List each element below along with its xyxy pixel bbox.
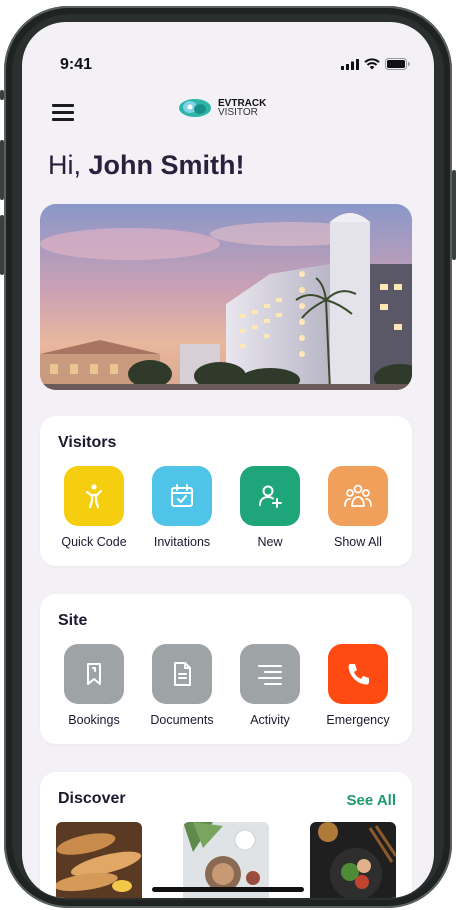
volume-up-button [0, 140, 4, 200]
documents-label: Documents [150, 713, 214, 727]
side-button [0, 90, 4, 100]
site-card: Site Bookings Documents Activity Emergen… [40, 594, 412, 744]
site-hero-image [40, 204, 412, 390]
bookmark-icon [64, 644, 124, 704]
phone-icon [328, 644, 388, 704]
bookings-button[interactable]: Bookings [52, 644, 136, 727]
app-logo: EVTRACK VISITOR [178, 98, 266, 118]
discover-item-salad[interactable] [310, 822, 396, 898]
wifi-icon [364, 58, 380, 70]
battery-icon [385, 58, 410, 70]
volume-down-button [0, 215, 4, 275]
documents-button[interactable]: Documents [140, 644, 224, 727]
greeting: Hi, John Smith! [48, 150, 245, 181]
person-icon [64, 466, 124, 526]
add-user-icon [240, 466, 300, 526]
show-all-label: Show All [334, 535, 382, 549]
power-button [452, 170, 456, 260]
see-all-link[interactable]: See All [347, 792, 396, 809]
group-icon [328, 466, 388, 526]
user-name: John Smith! [88, 150, 245, 180]
emergency-button[interactable]: Emergency [316, 644, 400, 727]
discover-item-bread[interactable] [56, 822, 142, 898]
logo-mark-icon [179, 99, 211, 117]
quick-code-label: Quick Code [61, 535, 127, 549]
status-time: 9:41 [60, 56, 93, 73]
emergency-label: Emergency [326, 713, 390, 727]
visitors-card: Visitors Quick Code Invitations New Show… [40, 416, 412, 566]
list-icon [240, 644, 300, 704]
invitations-label: Invitations [153, 535, 211, 549]
logo-line-2: VISITOR [218, 107, 258, 118]
visitors-title: Visitors [58, 434, 117, 451]
phone-screen: 9:41 EVTRACK VISITOR Hi, John Smith! Vis… [22, 22, 434, 898]
site-title: Site [58, 612, 88, 629]
home-indicator[interactable] [152, 887, 304, 892]
calendar-check-icon [152, 466, 212, 526]
status-icons [341, 58, 410, 70]
bookings-label: Bookings [68, 713, 120, 727]
activity-button[interactable]: Activity [228, 644, 312, 727]
greeting-prefix: Hi, [48, 150, 89, 180]
new-label: New [257, 535, 283, 549]
quick-code-button[interactable]: Quick Code [52, 466, 136, 549]
document-icon [152, 644, 212, 704]
invitations-button[interactable]: Invitations [140, 466, 224, 549]
new-visitor-button[interactable]: New [228, 466, 312, 549]
activity-label: Activity [250, 713, 290, 727]
signal-icon [341, 58, 359, 70]
show-all-visitors-button[interactable]: Show All [316, 466, 400, 549]
discover-title: Discover [58, 790, 126, 807]
status-bar: 9:41 [22, 22, 434, 86]
logo-text: EVTRACK VISITOR [218, 99, 266, 118]
menu-icon[interactable] [52, 104, 74, 124]
discover-card: Discover See All [40, 772, 412, 898]
